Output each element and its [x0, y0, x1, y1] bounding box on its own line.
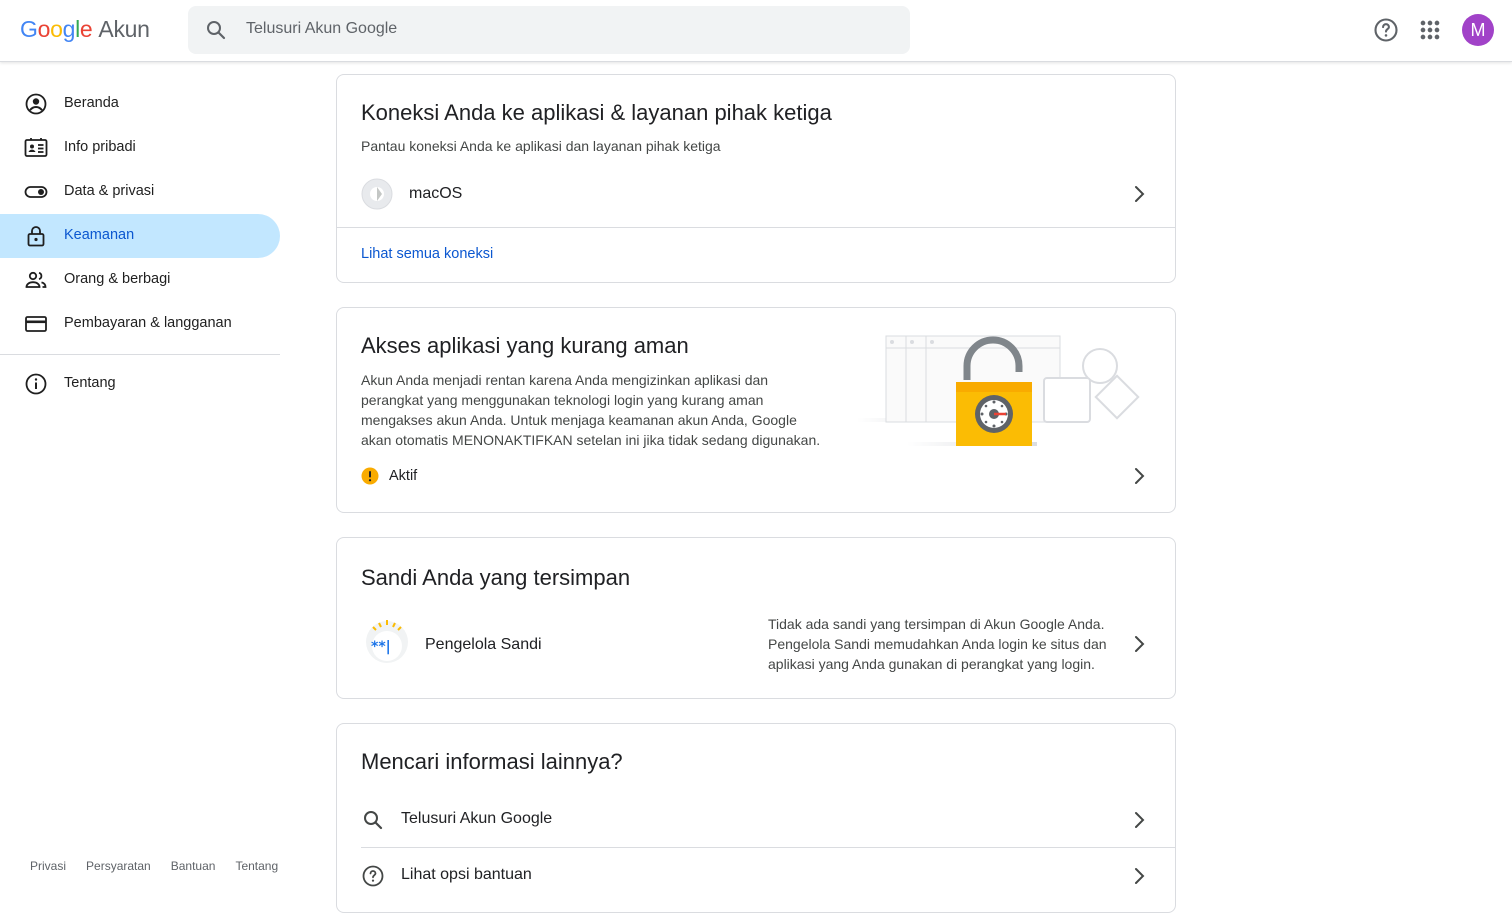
more-info-card: Mencari informasi lainnya? Telusuri Akun… — [336, 723, 1176, 913]
sidebar-item-label: Pembayaran & langganan — [64, 315, 232, 331]
apps-grid-icon[interactable] — [1416, 16, 1444, 44]
sidebar-item-label: Info pribadi — [64, 139, 136, 155]
search-icon — [207, 21, 226, 40]
info-icon — [25, 373, 47, 395]
sidebar-item-label: Beranda — [64, 95, 119, 111]
more-info-item-help[interactable]: Lihat opsi bantuan — [337, 850, 1175, 902]
toggle-icon — [24, 186, 48, 198]
help-icon[interactable] — [1372, 16, 1400, 44]
see-all-connections-link[interactable]: Lihat semua koneksi — [361, 246, 493, 262]
sidebar-footer: Privasi Persyaratan Bantuan Tentang — [30, 859, 278, 873]
footer-link-persyaratan[interactable]: Persyaratan — [86, 859, 151, 873]
chevron-right-icon — [1135, 868, 1145, 884]
chevron-right-icon — [1135, 186, 1145, 202]
sidebar-item-label: Keamanan — [64, 227, 135, 243]
search-input[interactable]: Telusuri Akun Google — [246, 20, 397, 38]
card-divider — [361, 847, 1175, 848]
password-manager-row[interactable]: **| Pengelola Sandi Tidak ada sandi yang… — [337, 610, 1175, 680]
connection-row-macos[interactable]: macOS — [337, 169, 1175, 221]
sidebar-item-info-pribadi[interactable]: Info pribadi — [0, 126, 280, 170]
lock-icon — [27, 226, 45, 247]
sidebar-item-label: Data & privasi — [64, 183, 155, 199]
help-icon — [362, 865, 384, 887]
top-bar: Google Akun Telusuri Akun Google M — [0, 0, 1512, 62]
sidebar: Beranda Info pribadi Data & privasi Keam… — [0, 62, 280, 891]
unlocked-padlock-illustration — [857, 335, 1140, 446]
more-info-item-label: Lihat opsi bantuan — [401, 866, 532, 883]
footer-link-privasi[interactable]: Privasi — [30, 859, 66, 873]
password-manager-label: Pengelola Sandi — [425, 636, 542, 653]
more-info-title: Mencari informasi lainnya? — [361, 749, 623, 774]
sidebar-item-beranda[interactable]: Beranda — [0, 82, 280, 126]
people-icon — [25, 271, 47, 288]
connection-app-name: macOS — [409, 185, 463, 202]
less-secure-apps-card[interactable]: Akses aplikasi yang kurang aman Akun And… — [336, 307, 1176, 513]
footer-link-bantuan[interactable]: Bantuan — [171, 859, 216, 873]
saved-passwords-card: Sandi Anda yang tersimpan **| Pengelola … — [336, 537, 1176, 699]
connections-title: Koneksi Anda ke aplikasi & layanan pihak… — [361, 100, 832, 125]
chevron-right-icon — [1135, 636, 1145, 652]
chevron-right-icon — [1135, 812, 1145, 828]
footer-link-tentang[interactable]: Tentang — [235, 859, 278, 873]
connections-card: Koneksi Anda ke aplikasi & layanan pihak… — [336, 74, 1176, 283]
avatar[interactable]: M — [1462, 14, 1494, 46]
sidebar-item-orang-berbagi[interactable]: Orang & berbagi — [0, 258, 280, 302]
sidebar-item-keamanan[interactable]: Keamanan — [0, 214, 280, 258]
less-secure-status: Aktif — [389, 468, 418, 484]
logo-product-text: Akun — [98, 16, 150, 42]
password-manager-description: Tidak ada sandi yang tersimpan di Akun G… — [768, 616, 1107, 672]
sidebar-item-label: Orang & berbagi — [64, 271, 171, 287]
saved-passwords-title: Sandi Anda yang tersimpan — [361, 565, 631, 590]
search-bar[interactable]: Telusuri Akun Google — [188, 6, 910, 54]
macos-app-icon — [361, 178, 393, 210]
sidebar-item-label: Tentang — [64, 375, 116, 391]
password-manager-icon: **| — [366, 620, 408, 663]
less-secure-description: Akun Anda menjadi rentan karena Anda men… — [361, 372, 821, 448]
password-manager-glyph: **| — [371, 639, 391, 655]
sidebar-item-tentang[interactable]: Tentang — [0, 362, 280, 406]
warning-icon — [361, 467, 379, 485]
search-icon — [364, 811, 383, 830]
credit-card-icon — [25, 316, 47, 332]
id-card-icon — [24, 138, 48, 157]
card-divider — [337, 227, 1175, 228]
sidebar-item-data-privasi[interactable]: Data & privasi — [0, 170, 280, 214]
sidebar-divider — [0, 354, 280, 355]
less-secure-title: Akses aplikasi yang kurang aman — [361, 333, 689, 358]
sidebar-item-pembayaran[interactable]: Pembayaran & langganan — [0, 302, 280, 346]
more-info-item-label: Telusuri Akun Google — [401, 810, 553, 827]
chevron-right-icon — [1135, 468, 1145, 484]
account-circle-icon — [25, 93, 47, 115]
more-info-item-search[interactable]: Telusuri Akun Google — [337, 794, 1175, 846]
google-account-logo[interactable]: Google Akun — [20, 16, 150, 43]
logo-google-text: Google — [20, 16, 93, 42]
connections-subtitle: Pantau koneksi Anda ke aplikasi dan laya… — [361, 138, 721, 154]
